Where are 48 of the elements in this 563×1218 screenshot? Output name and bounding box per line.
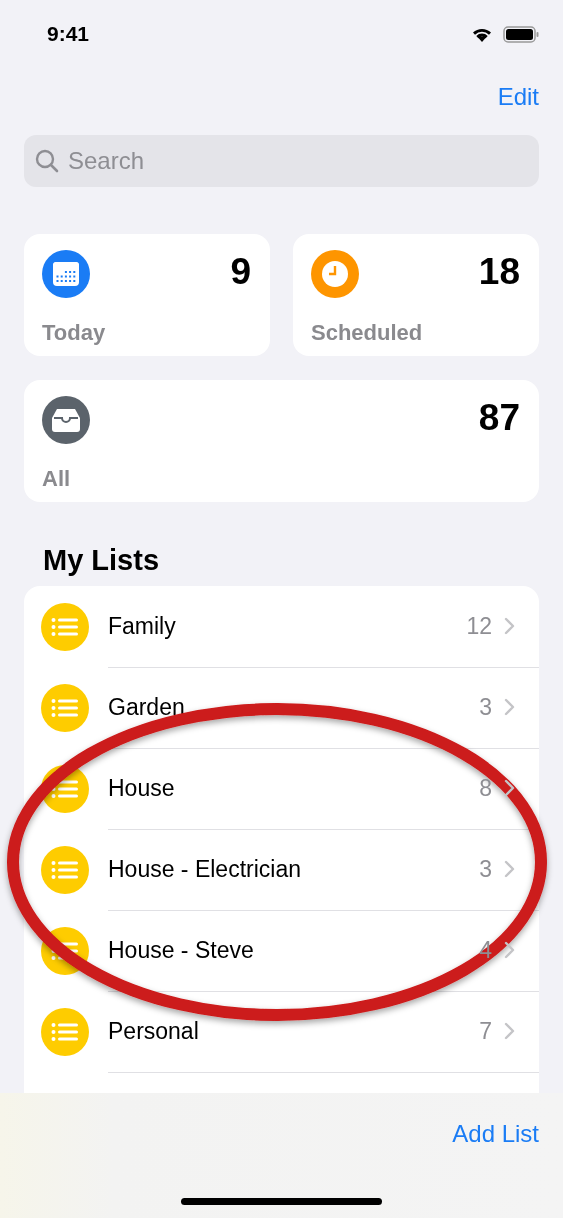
list-name: House - Steve [108, 936, 255, 964]
wifi-icon [471, 26, 493, 42]
list-icon [51, 940, 79, 961]
list-name: House [108, 774, 176, 802]
list-name: Family [108, 612, 177, 640]
status-time: 9:41 [47, 22, 90, 46]
edit-button[interactable]: Edit [497, 82, 539, 112]
list-name: Garden [108, 693, 186, 721]
smart-list-card[interactable]: 9 Today [24, 234, 270, 356]
list-icon [51, 616, 79, 637]
list-count: 7 [479, 1017, 492, 1045]
list-row[interactable]: Personal 7 [24, 991, 539, 1072]
card-count: 18 [478, 250, 520, 294]
list-row[interactable]: House 8 [24, 748, 539, 829]
chevron-icon [504, 698, 515, 716]
search-icon [34, 148, 60, 174]
list-icon [51, 859, 79, 880]
card-count: 87 [478, 396, 520, 440]
section-title: My Lists [43, 543, 160, 578]
card-count: 9 [230, 250, 251, 294]
card-label: Today [42, 320, 107, 346]
tray-icon [51, 407, 81, 433]
chevron-icon [504, 860, 515, 878]
smart-list-card[interactable]: 87 All [24, 380, 539, 502]
chevron-icon [504, 1022, 515, 1040]
list-name: Personal [108, 1017, 200, 1045]
list-count: 3 [479, 693, 492, 721]
list-count: 3 [479, 855, 492, 883]
list-row[interactable]: Garden 3 [24, 667, 539, 748]
battery-icon [503, 25, 539, 43]
smart-list-card[interactable]: 18 Scheduled [293, 234, 539, 356]
list-icon [51, 1021, 79, 1042]
calendar-icon [52, 261, 80, 287]
list-count: 8 [479, 774, 492, 802]
chevron-icon [504, 617, 515, 635]
card-label: Scheduled [311, 320, 424, 346]
list-icon [51, 778, 79, 799]
list-row[interactable]: Family 12 [24, 586, 539, 667]
list-name: House - Electrician [108, 855, 303, 883]
list-row[interactable]: House - Electrician 3 [24, 829, 539, 910]
list-count: 12 [466, 612, 492, 640]
chevron-icon [504, 941, 515, 959]
list-icon [51, 697, 79, 718]
clock-icon [320, 259, 350, 289]
add-list-button[interactable]: Add List [452, 1120, 539, 1148]
card-label: All [42, 466, 72, 492]
search-field[interactable]: Search [24, 135, 539, 187]
chevron-icon [504, 779, 515, 797]
